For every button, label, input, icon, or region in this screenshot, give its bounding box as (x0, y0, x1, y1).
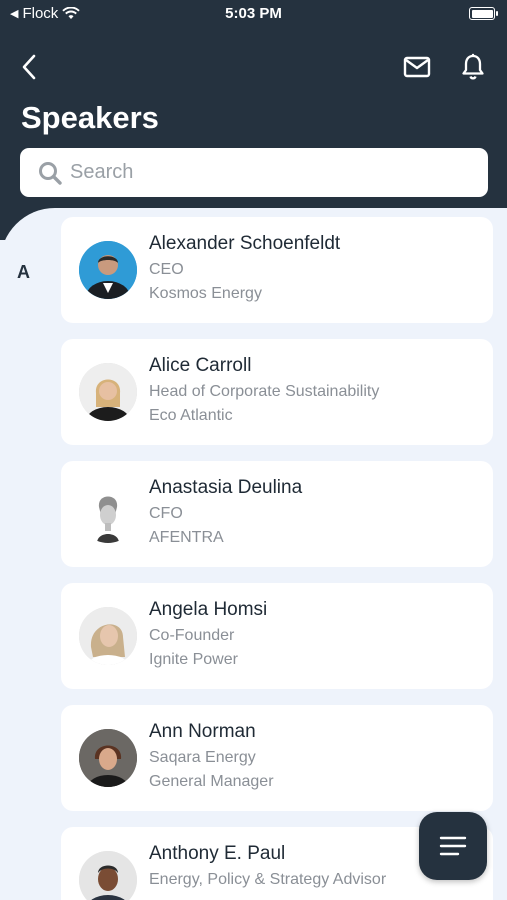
speaker-avatar (79, 485, 137, 543)
battery-icon (469, 7, 498, 20)
speaker-name: Anastasia Deulina (149, 477, 303, 498)
speaker-name: Alice Carroll (149, 355, 252, 376)
section-index-letter: A (17, 262, 30, 282)
speaker-title: CEO (149, 261, 184, 278)
header: ◀ Flock 5:03 PM Speakers (0, 0, 507, 240)
menu-icon (439, 836, 467, 856)
speaker-avatar (79, 729, 137, 787)
search-input[interactable] (70, 161, 470, 184)
search-icon (39, 161, 62, 185)
notifications-button[interactable] (456, 50, 490, 84)
speaker-title: Head of Corporate Sustainability (149, 383, 380, 400)
speaker-name: Angela Homsi (149, 599, 268, 620)
status-bar: ◀ Flock 5:03 PM (0, 0, 507, 28)
status-time: 5:03 PM (225, 5, 282, 22)
search-bar[interactable] (20, 148, 488, 197)
speaker-name: Alexander Schoenfeldt (149, 233, 341, 254)
speaker-company: Ignite Power (149, 651, 238, 668)
speaker-card[interactable]: Alice Carroll Head of Corporate Sustaina… (61, 339, 493, 445)
speaker-company: AFENTRA (149, 529, 224, 546)
speaker-company: General Manager (149, 773, 274, 790)
chevron-left-icon (22, 54, 36, 80)
speaker-name: Anthony E. Paul (149, 843, 286, 864)
speaker-title: Saqara Energy (149, 749, 256, 766)
speaker-list[interactable]: A Alexander Schoenfeldt CEO Kosmos Energ… (0, 208, 507, 900)
speaker-name: Ann Norman (149, 721, 256, 742)
speaker-title: Energy, Policy & Strategy Advisor (149, 871, 387, 888)
page-title: Speakers (21, 100, 159, 135)
speaker-company: Eco Atlantic (149, 407, 233, 424)
speaker-avatar (79, 851, 137, 900)
menu-button[interactable] (419, 812, 487, 880)
mail-icon (403, 56, 431, 78)
speaker-avatar (79, 241, 137, 299)
messages-button[interactable] (400, 50, 434, 84)
speaker-title: CFO (149, 505, 183, 522)
speaker-avatar (79, 363, 137, 421)
speaker-avatar (79, 607, 137, 665)
speaker-card[interactable]: Alexander Schoenfeldt CEO Kosmos Energy (61, 217, 493, 323)
speaker-card[interactable]: Ann Norman Saqara Energy General Manager (61, 705, 493, 811)
speaker-company: Kosmos Energy (149, 285, 262, 302)
speaker-card[interactable]: Angela Homsi Co-Founder Ignite Power (61, 583, 493, 689)
speaker-card[interactable]: Anastasia Deulina CFO AFENTRA (61, 461, 493, 567)
back-button[interactable] (14, 50, 44, 84)
speaker-title: Co-Founder (149, 627, 235, 644)
bell-icon (462, 53, 484, 80)
